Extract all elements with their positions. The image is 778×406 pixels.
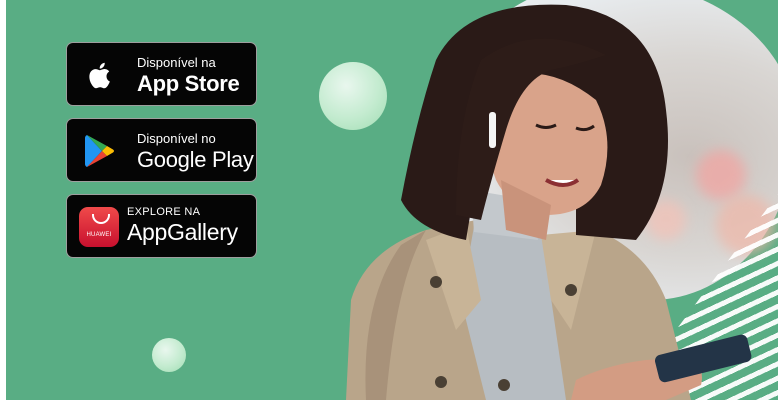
appgallery-badge[interactable]: HUAWEI EXPLORE NA AppGallery	[66, 194, 257, 258]
google-play-badge[interactable]: Disponível no Google Play	[66, 118, 257, 182]
shopping-bag-handle-icon	[92, 214, 110, 224]
apple-icon	[89, 62, 110, 89]
appgallery-big-text: AppGallery	[127, 219, 238, 245]
google-play-small-text: Disponível no	[137, 131, 216, 146]
huawei-appgallery-icon: HUAWEI	[79, 207, 119, 247]
promo-banner: Disponível na App Store Disponível no Go…	[0, 0, 778, 406]
google-play-icon	[85, 135, 114, 167]
app-store-badge[interactable]: Disponível na App Store	[66, 42, 257, 106]
google-play-big-text: Google Play	[137, 147, 254, 172]
huawei-icon-label: HUAWEI	[86, 232, 112, 238]
woman-with-phone-photo	[346, 4, 752, 400]
decorative-circle-small	[152, 338, 186, 372]
app-store-small-text: Disponível na	[137, 55, 216, 70]
green-background: Disponível na App Store Disponível no Go…	[6, 0, 778, 400]
appgallery-small-text: EXPLORE NA	[127, 206, 201, 218]
app-store-big-text: App Store	[137, 71, 240, 96]
